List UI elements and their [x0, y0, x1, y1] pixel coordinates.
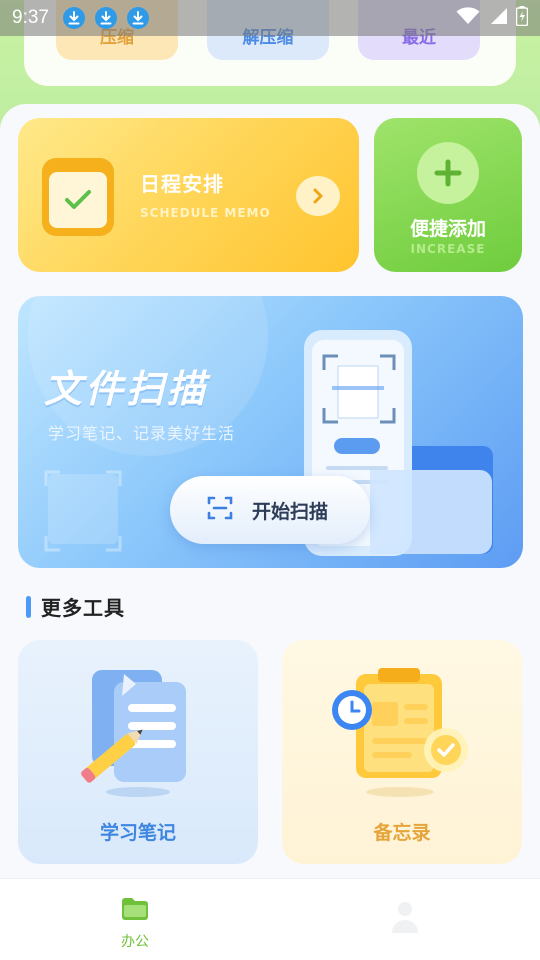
memo-card[interactable]: 备忘录	[282, 640, 522, 864]
scan-banner[interactable]: 文件扫描 学习笔记、记录美好生活 开始扫描	[18, 296, 523, 568]
status-time: 9:37	[12, 7, 49, 28]
nav-item-office[interactable]: 办公	[100, 897, 170, 951]
user-icon	[380, 902, 430, 941]
more-tools-title: 更多工具	[41, 596, 125, 620]
start-scan-button[interactable]: 开始扫描	[170, 476, 370, 544]
scan-title: 文件扫描	[44, 367, 209, 411]
calendar-icon	[42, 158, 114, 236]
notes-icon	[81, 670, 186, 797]
plus-icon	[417, 142, 479, 204]
schedule-card[interactable]: 日程安排 SCHEDULE MEMO	[18, 118, 359, 272]
bottom-nav: 办公	[0, 878, 540, 960]
signal-icon	[488, 7, 508, 29]
nav-item-profile[interactable]	[380, 897, 430, 937]
schedule-title: 日程安排	[140, 172, 224, 196]
memo-label: 备忘录	[373, 822, 431, 844]
schedule-subtitle: SCHEDULE MEMO	[140, 206, 271, 220]
status-bar: 9:37	[0, 0, 540, 36]
scan-icon	[206, 494, 234, 526]
memo-icon	[332, 668, 468, 797]
download-icon	[94, 7, 117, 29]
download-icon	[126, 7, 149, 29]
wifi-icon	[456, 7, 480, 29]
quick-add-card[interactable]: 便捷添加 INCREASE	[374, 118, 522, 272]
quick-add-title: 便捷添加	[409, 218, 486, 240]
more-tools-heading: 更多工具	[26, 592, 125, 621]
nav-item-office-label: 办公	[121, 934, 149, 950]
study-notes-card[interactable]: 学习笔记	[18, 640, 258, 864]
start-scan-label: 开始扫描	[252, 500, 329, 523]
study-notes-label: 学习笔记	[99, 822, 176, 844]
battery-icon	[515, 6, 529, 30]
download-icon	[62, 7, 85, 29]
chevron-right-icon[interactable]	[296, 176, 340, 216]
scan-subtitle: 学习笔记、记录美好生活	[48, 424, 236, 443]
notification-icons	[62, 7, 149, 29]
heading-accent-bar	[26, 595, 31, 618]
quick-add-subtitle: INCREASE	[410, 242, 486, 256]
folder-icon	[120, 898, 150, 925]
